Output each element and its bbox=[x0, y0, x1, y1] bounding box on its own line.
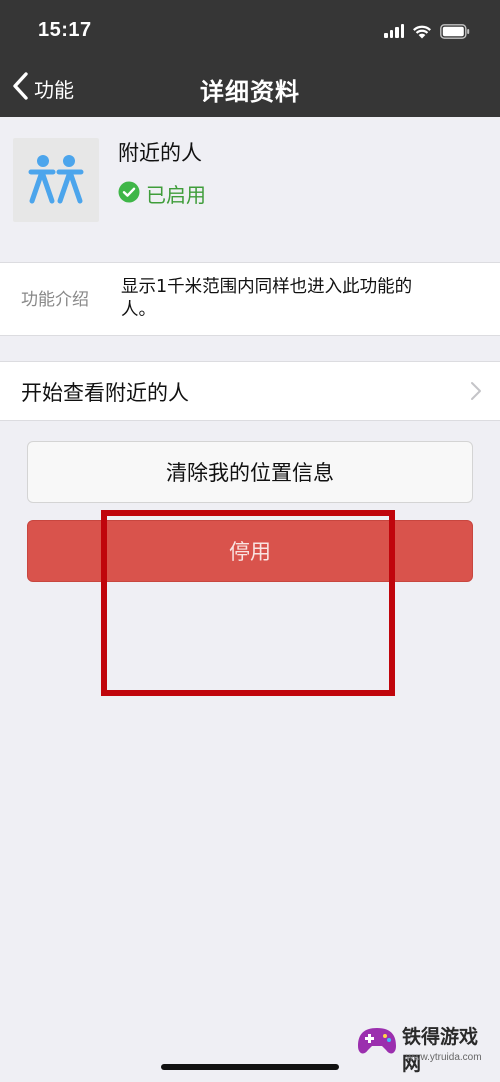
view-nearby-label: 开始查看附近的人 bbox=[21, 381, 189, 405]
feature-name: 附近的人 bbox=[118, 141, 202, 165]
feature-profile: 附近的人 已启用 bbox=[0, 117, 500, 233]
home-indicator[interactable] bbox=[161, 1064, 339, 1070]
intro-label: 功能介绍 bbox=[21, 290, 89, 310]
gamepad-logo-icon bbox=[358, 1028, 396, 1054]
watermark: 铁得游戏网 www.ytruida.com bbox=[354, 1008, 494, 1078]
signal-icon bbox=[384, 24, 404, 38]
chevron-right-icon bbox=[470, 381, 482, 405]
view-nearby-row[interactable]: 开始查看附近的人 bbox=[0, 361, 500, 421]
watermark-title: 铁得游戏网 bbox=[402, 1027, 479, 1075]
people-nearby-icon bbox=[13, 138, 99, 222]
top-bar: 15:17 功能 详细资料 bbox=[0, 0, 500, 117]
disable-button[interactable]: 停用 bbox=[27, 520, 473, 582]
check-circle-icon bbox=[118, 181, 140, 207]
status-row: 已启用 bbox=[118, 179, 206, 208]
feature-intro-row: 功能介绍 显示1千米范围内同样也进入此功能的人。 bbox=[0, 262, 500, 336]
page-title: 详细资料 bbox=[200, 78, 300, 106]
intro-text: 显示1千米范围内同样也进入此功能的人。 bbox=[121, 277, 413, 320]
wifi-icon bbox=[412, 24, 432, 39]
watermark-url: www.ytruida.com bbox=[406, 1052, 482, 1063]
status-badge: 已启用 bbox=[146, 183, 206, 207]
clear-location-button[interactable]: 清除我的位置信息 bbox=[27, 441, 473, 503]
battery-icon bbox=[440, 23, 470, 39]
status-icons bbox=[384, 22, 470, 40]
status-time: 15:17 bbox=[38, 19, 92, 41]
